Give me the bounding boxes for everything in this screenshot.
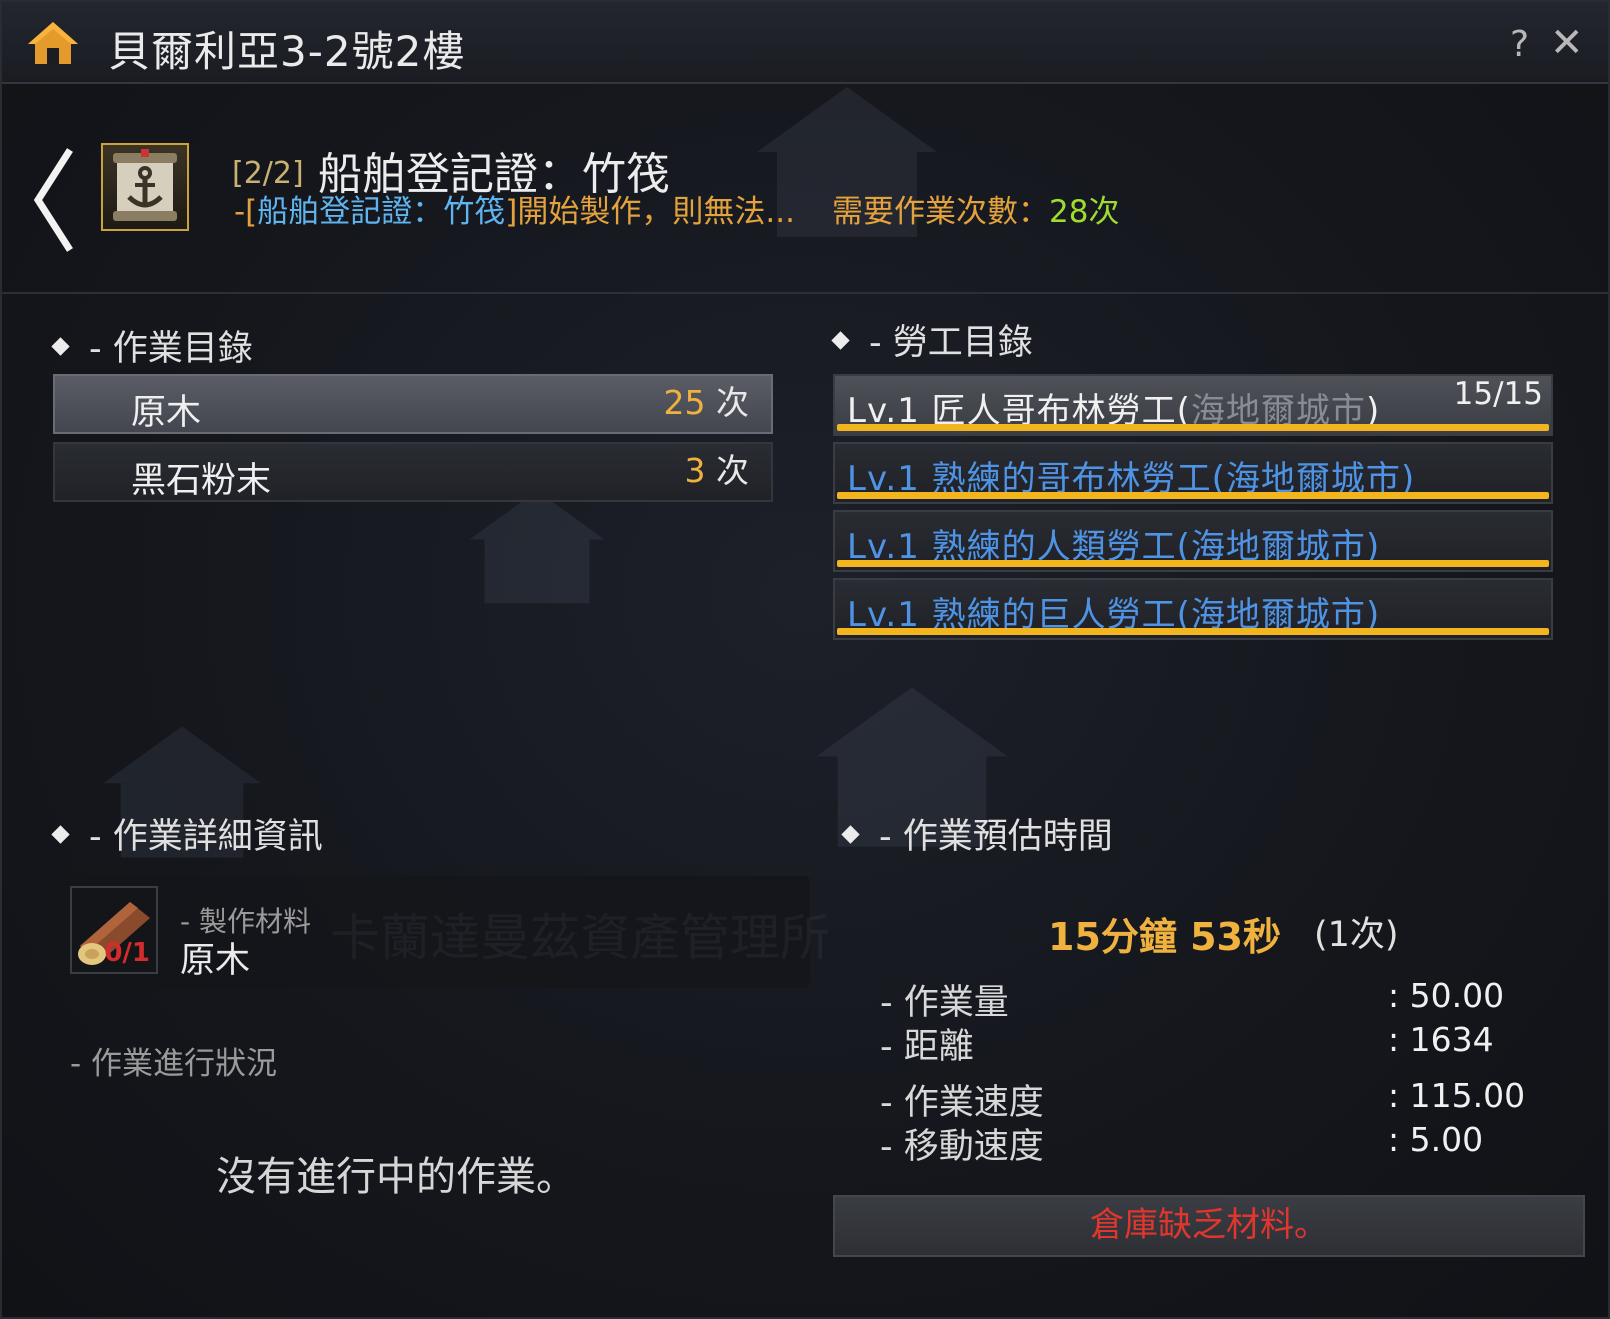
progress-status-label: - 作業進行狀況	[70, 1046, 278, 1082]
craft-header: [2/2] 船舶登記證：竹筏 -[船舶登記證：竹筏]開始製作，則無法... 需要…	[2, 86, 1608, 294]
worker-list-item[interactable]: Lv.1 熟練的人類勞工(海地爾城市)	[833, 510, 1553, 572]
desc-item-link[interactable]: 船舶登記證：竹筏	[257, 194, 505, 230]
log-icon[interactable]: 0/1	[70, 886, 158, 974]
worker-list-item[interactable]: Lv.1 熟練的哥布林勞工(海地爾城市)	[833, 442, 1553, 504]
no-work-message: 沒有進行中的作業。	[216, 1154, 576, 1200]
estimated-time: 15分鐘 53秒	[1048, 915, 1281, 959]
estimated-time-count: (1次)	[1314, 915, 1399, 955]
material-quantity: 0/1	[104, 938, 150, 968]
worker-stamina-bar	[837, 628, 1549, 635]
home-icon	[28, 22, 78, 64]
diamond-bullet-icon	[831, 330, 850, 350]
stat-workload-value: : 50.00	[1388, 976, 1505, 1015]
anchor-scroll-icon	[101, 143, 189, 231]
title-bar: 貝爾利亞3-2號2樓 ? ✕	[2, 2, 1608, 84]
back-chevron-icon[interactable]	[32, 146, 76, 254]
worker-slots: 15/15	[1453, 376, 1543, 412]
material-card: 卡蘭達曼茲資產管理所 0/1 - 製作材料 原木	[50, 876, 830, 988]
stat-distance-value: : 1634	[1388, 1020, 1494, 1059]
required-work-count: 需要作業次數：28次	[832, 186, 1119, 231]
watermark-text: 卡蘭達曼茲資產管理所	[330, 909, 830, 967]
stat-move-speed-value: : 5.00	[1388, 1120, 1484, 1159]
close-button[interactable]: ✕	[1550, 20, 1584, 66]
desc-rest: ]開始製作，則無法...	[505, 194, 795, 230]
work-list-item[interactable]: 黑石粉末 3 次	[53, 442, 773, 502]
material-name: 原木	[180, 941, 251, 981]
work-list-heading: - 作業目錄	[51, 320, 253, 371]
required-value: 28次	[1049, 194, 1120, 230]
stat-move-speed-label: - 移動速度	[880, 1127, 1044, 1167]
worker-list-heading: - 勞工目錄	[831, 314, 1033, 365]
work-item-count: 3 次	[684, 451, 750, 490]
work-details-heading: - 作業詳細資訊	[51, 808, 323, 859]
diamond-bullet-icon	[51, 824, 70, 844]
time-estimate-heading: - 作業預估時間	[841, 808, 1113, 859]
diamond-bullet-icon	[51, 336, 70, 356]
work-item-name: 黑石粉末	[131, 461, 272, 501]
item-description: -[船舶登記證：竹筏]開始製作，則無法...	[234, 186, 795, 231]
workshop-window: 貝爾利亞3-2號2樓 ? ✕ [2/2] 船舶登記證：竹筏 -[船舶登記證：竹筏…	[0, 0, 1610, 1319]
help-button[interactable]: ?	[1510, 24, 1529, 65]
work-list-item[interactable]: 原木 25 次	[53, 374, 773, 434]
worker-stamina-bar	[837, 492, 1549, 499]
work-item-name: 原木	[131, 393, 202, 433]
insufficient-materials-button[interactable]: 倉庫缺乏材料。	[833, 1195, 1585, 1257]
desc-prefix: -[	[234, 194, 258, 230]
work-item-count: 25 次	[663, 383, 750, 422]
stat-distance-label: - 距離	[880, 1027, 974, 1067]
worker-stamina-bar	[837, 560, 1549, 567]
worker-stamina-bar	[837, 424, 1549, 431]
worker-list-item[interactable]: Lv.1 匠人哥布林勞工(海地爾城市) 15/15	[833, 374, 1553, 436]
worker-list-item[interactable]: Lv.1 熟練的巨人勞工(海地爾城市)	[833, 578, 1553, 640]
required-label: 需要作業次數：	[832, 194, 1049, 230]
diamond-bullet-icon	[841, 824, 860, 844]
window-title: 貝爾利亞3-2號2樓	[108, 27, 466, 76]
background-house-icon	[469, 490, 605, 604]
stat-work-speed-value: : 115.00	[1388, 1076, 1526, 1115]
